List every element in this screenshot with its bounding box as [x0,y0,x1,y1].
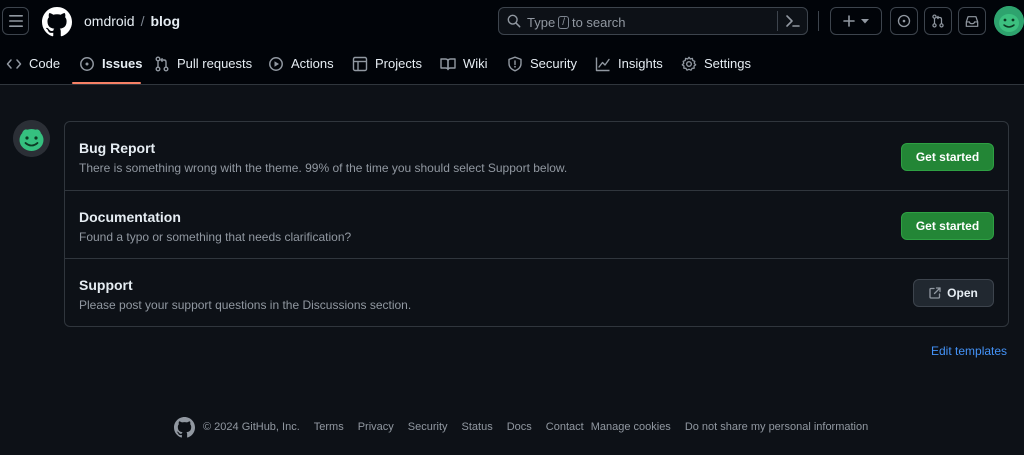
issue-template-list: Bug Report There is something wrong with… [64,121,1009,327]
graph-icon [595,56,611,72]
footer-link-privacy[interactable]: Privacy [358,421,394,433]
template-description: Found a typo or something that needs cla… [79,230,352,244]
inbox-icon [965,15,979,28]
tab-label: Wiki [463,56,488,71]
open-global-navigation-button[interactable] [2,7,29,35]
tab-actions[interactable]: Actions [268,48,334,84]
plus-icon [843,15,855,27]
tab-label: Projects [375,56,422,71]
header-divider [818,11,819,31]
tab-projects[interactable]: Projects [352,48,422,84]
tab-label: Actions [291,56,334,71]
issue-opened-icon [79,56,95,72]
tab-label: Pull requests [177,56,253,71]
tab-security[interactable]: Security [507,48,577,84]
tab-label: Insights [618,56,663,71]
selected-tab-indicator [72,82,141,84]
avatar [13,120,50,157]
tab-label: Settings [704,56,751,71]
footer-link-contact[interactable]: Contact [546,421,584,433]
search-placeholder: Type / to search [527,15,625,30]
triangle-down-icon [861,18,869,24]
search-divider [777,11,778,31]
template-description: There is something wrong with the theme.… [79,161,568,175]
search-shortcut-key: / [558,16,569,29]
open-button-label: Open [947,286,978,300]
gear-icon [681,56,697,72]
footer-link-status[interactable]: Status [462,421,493,433]
command-palette-icon[interactable] [785,14,801,28]
create-new-button[interactable] [830,7,882,35]
play-icon [268,56,284,72]
footer-link-docs[interactable]: Docs [507,421,532,433]
tab-label: Issues [102,56,143,71]
issue-opened-icon [897,14,911,28]
inbox-button[interactable] [958,7,986,35]
tab-pull-requests[interactable]: Pull requests [154,48,252,84]
breadcrumb: omdroid / blog [84,13,180,29]
repo-tabs: Code Issues Pull requests Actions Projec… [0,48,1024,84]
tab-code[interactable]: Code [6,48,60,84]
search-placeholder-prefix: Type [527,15,556,30]
footer-link-do-not-share[interactable]: Do not share my personal information [685,421,868,433]
avatar[interactable] [994,6,1024,36]
git-pull-request-icon [154,56,170,72]
template-title: Bug Report [79,140,156,156]
template-title: Documentation [79,209,181,225]
your-issues-button[interactable] [890,7,918,35]
git-pull-request-icon [931,14,945,28]
github-footer-logo[interactable] [174,416,195,438]
template-row-support: Support Please post your support questio… [65,258,1008,326]
footer: © 2024 GitHub, Inc. Terms Privacy Securi… [174,416,882,438]
table-icon [352,56,368,72]
app-header: omdroid / blog Type / to search Code Iss… [0,0,1024,85]
template-description: Please post your support questions in th… [79,298,412,312]
book-icon [440,56,456,72]
shield-icon [507,56,523,72]
github-logo[interactable] [42,7,72,37]
search-icon [507,14,521,28]
template-title: Support [79,277,133,293]
breadcrumb-repo-link[interactable]: blog [150,13,180,29]
open-button[interactable]: Open [913,279,994,307]
tab-label: Security [530,56,577,71]
get-started-button[interactable]: Get started [901,212,994,240]
footer-link-manage-cookies[interactable]: Manage cookies [591,421,671,433]
search-placeholder-suffix: to search [571,15,626,30]
tab-settings[interactable]: Settings [681,48,751,84]
edit-templates-link[interactable]: Edit templates [931,344,1007,358]
template-row-documentation: Documentation Found a typo or something … [65,190,1008,258]
footer-link-security[interactable]: Security [408,421,448,433]
footer-link-terms[interactable]: Terms [314,421,344,433]
breadcrumb-owner-link[interactable]: omdroid [84,13,135,29]
template-row-bug-report: Bug Report There is something wrong with… [65,122,1008,190]
your-pull-requests-button[interactable] [924,7,952,35]
search-input[interactable]: Type / to search [498,7,808,35]
tab-wiki[interactable]: Wiki [440,48,488,84]
breadcrumb-separator: / [140,13,145,29]
hamburger-icon [8,15,23,27]
get-started-button[interactable]: Get started [901,143,994,171]
footer-copyright: © 2024 GitHub, Inc. [203,421,300,433]
top-bar: omdroid / blog Type / to search [0,0,1024,42]
tab-label: Code [29,56,61,71]
tab-issues[interactable]: Issues [79,48,142,84]
link-external-icon [929,287,941,299]
code-icon [6,56,22,72]
tab-insights[interactable]: Insights [595,48,663,84]
